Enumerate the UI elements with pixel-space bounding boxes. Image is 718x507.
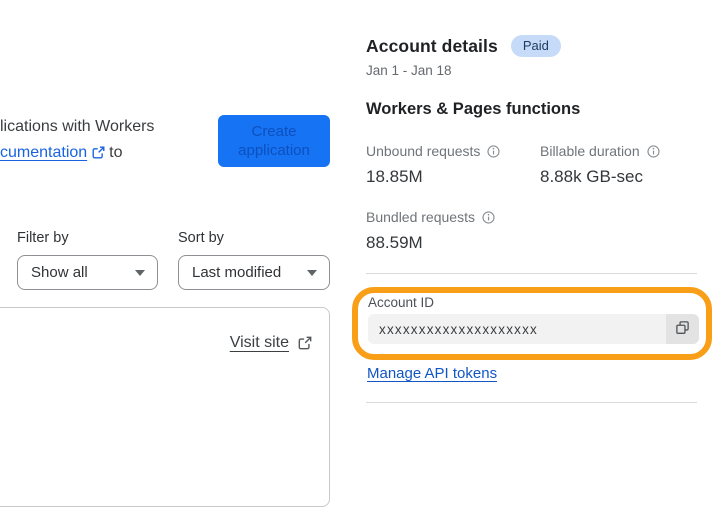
info-icon[interactable] (487, 144, 501, 158)
filter-dropdown[interactable]: Show all (17, 255, 158, 290)
account-details-panel: Account details Paid Jan 1 - Jan 18 Work… (352, 0, 718, 419)
info-icon[interactable] (647, 144, 660, 158)
stat-unbound-requests: Unbound requests 18.85M (366, 143, 501, 187)
copy-account-id-button[interactable] (666, 314, 699, 344)
stat-label: Bundled requests (366, 209, 495, 225)
billing-date-range: Jan 1 - Jan 18 (366, 63, 452, 78)
divider (366, 402, 697, 403)
stat-value: 18.85M (366, 167, 423, 186)
external-link-icon (298, 336, 312, 350)
account-id-label: Account ID (368, 295, 435, 310)
intro-line2: cumentation to (0, 140, 215, 168)
sort-dropdown[interactable]: Last modified (178, 255, 330, 290)
create-application-button[interactable]: Create application (218, 115, 330, 167)
stat-value: 88.59M (366, 233, 423, 252)
workers-overview-pane: lications with Workers cumentation to Cre… (0, 0, 350, 507)
intro-line1: lications with Workers (0, 118, 155, 135)
stat-bundled-requests: Bundled requests 88.59M (366, 209, 495, 253)
visit-site-label: Visit site (229, 334, 289, 351)
application-card: Visit site (0, 307, 330, 507)
chevron-down-icon (135, 269, 145, 276)
stat-label-text: Billable duration (540, 143, 640, 159)
account-id-input[interactable] (368, 314, 666, 344)
manage-api-tokens-link[interactable]: Manage API tokens (367, 365, 497, 382)
copy-icon (675, 320, 690, 338)
stat-label-text: Bundled requests (366, 209, 475, 225)
stat-label: Billable duration (540, 143, 660, 159)
sort-by-label: Sort by (178, 230, 224, 246)
sort-dropdown-value: Last modified (192, 264, 282, 281)
stat-label: Unbound requests (366, 143, 501, 159)
intro-after-link: to (109, 144, 123, 161)
account-id-field-group (368, 314, 699, 344)
stat-billable-duration: Billable duration 8.88k GB-sec (540, 143, 660, 187)
filter-by-label: Filter by (17, 230, 69, 246)
documentation-link[interactable]: cumentation (0, 144, 87, 161)
account-details-header: Account details Paid (366, 35, 561, 57)
account-details-title: Account details (366, 35, 498, 56)
stat-label-text: Unbound requests (366, 143, 481, 159)
filter-dropdown-value: Show all (31, 264, 88, 281)
stat-value: 8.88k GB-sec (540, 167, 643, 186)
info-icon[interactable] (482, 210, 495, 224)
paid-plan-badge: Paid (510, 35, 561, 57)
divider (366, 273, 697, 274)
functions-section-title: Workers & Pages functions (366, 100, 581, 118)
intro-text: lications with Workers cumentation to (0, 114, 215, 168)
visit-site-link[interactable]: Visit site (230, 334, 312, 352)
external-link-icon (92, 142, 105, 168)
chevron-down-icon (307, 269, 317, 276)
